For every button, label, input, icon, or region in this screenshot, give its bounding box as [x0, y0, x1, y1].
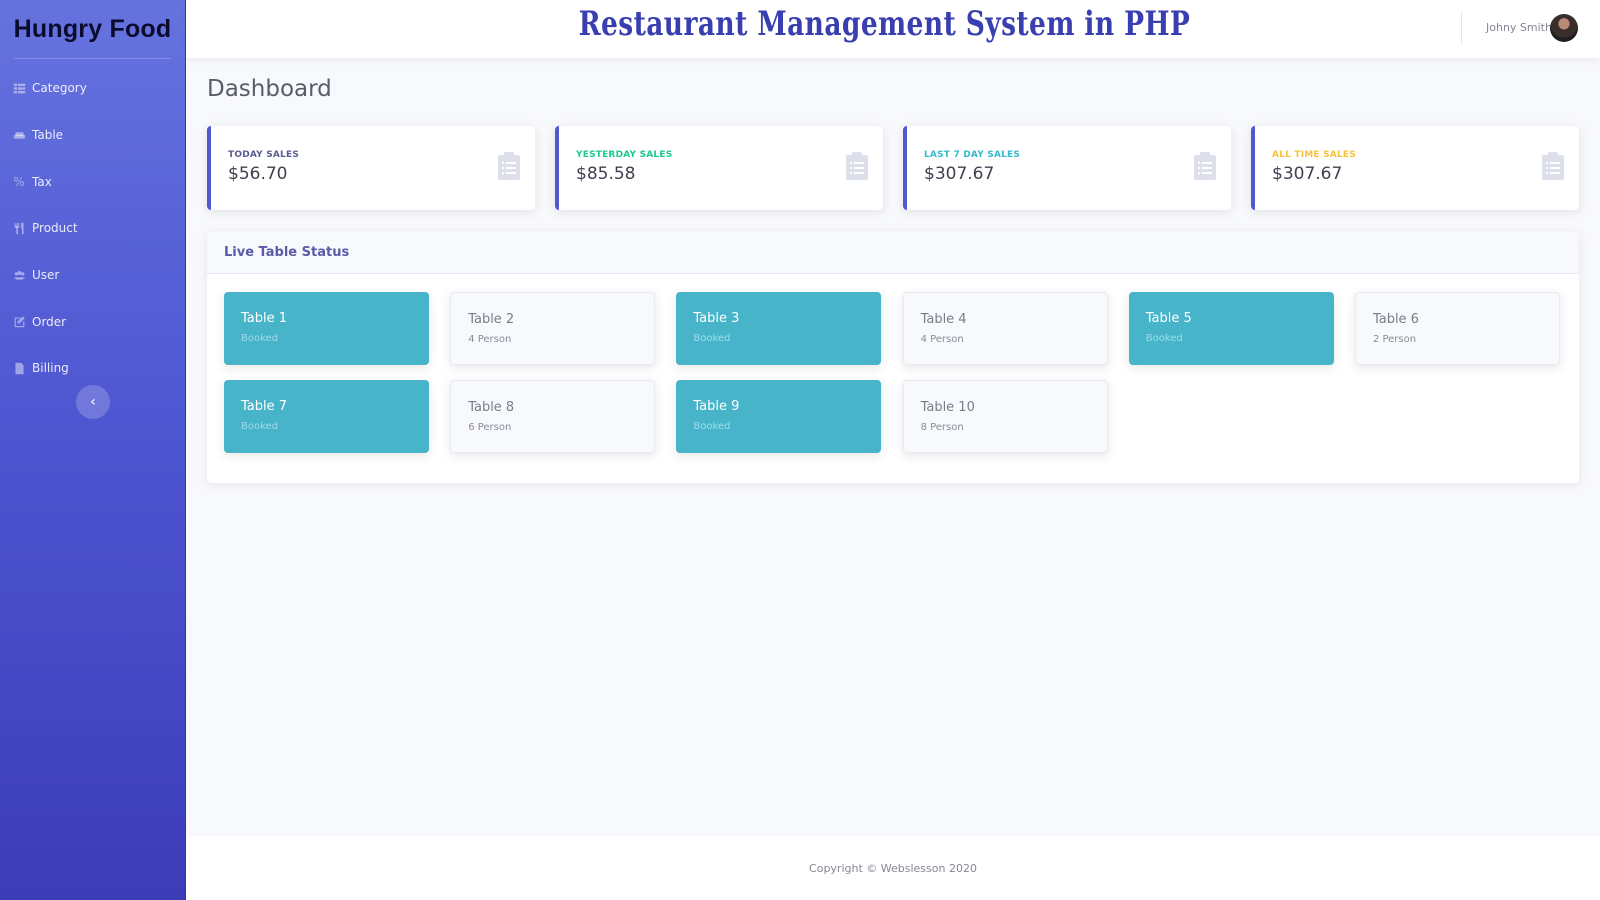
sidebar-nav: Category Table % Tax Product User Order … — [0, 65, 185, 392]
table-name: Table 10 — [920, 400, 975, 415]
live-table-status-panel: Live Table Status Table 1 Booked Table 2 4 … — [207, 231, 1579, 483]
sidebar-item-label: Category — [32, 81, 87, 96]
brand-logo[interactable]: Hungry Food — [0, 0, 185, 58]
stat-label: Yesterday Sales — [576, 150, 673, 160]
users-icon — [12, 268, 26, 282]
panel-title: Live Table Status — [207, 231, 1579, 274]
table-status: Booked — [241, 333, 279, 344]
stats-row: Today Sales $56.70 Yesterday Sales $85.5… — [207, 126, 1579, 210]
table-name: Table 5 — [1145, 311, 1192, 326]
footer: Copyright © Webslesson 2020 — [186, 836, 1600, 900]
table-card[interactable]: Table 6 2 Person — [1354, 292, 1560, 365]
table-card[interactable]: Table 2 4 Person — [450, 292, 656, 365]
table-name: Table 8 — [468, 400, 515, 415]
table-status: Booked — [241, 421, 279, 432]
table-card[interactable]: Table 7 Booked — [224, 380, 429, 453]
topbar: Restaurant Management System in PHP John… — [186, 0, 1600, 58]
stat-value: $307.67 — [924, 164, 995, 184]
table-status: 4 Person — [468, 334, 512, 345]
chevron-left-icon: ‹ — [90, 394, 96, 410]
clipboard-list-icon — [498, 152, 520, 180]
sidebar-divider — [14, 58, 171, 59]
table-card[interactable]: Table 10 8 Person — [902, 380, 1108, 453]
table-status: Booked — [1145, 333, 1183, 344]
table-name: Table 1 — [241, 311, 288, 326]
stat-card-today-sales: Today Sales $56.70 — [207, 126, 535, 210]
stat-value: $307.67 — [1272, 164, 1343, 184]
file-invoice-icon — [12, 361, 26, 375]
stat-card-all-time-sales: All Time Sales $307.67 — [1251, 126, 1579, 210]
table-status: 2 Person — [1372, 334, 1417, 345]
table-status: Booked — [693, 421, 731, 432]
sidebar-toggle-button[interactable]: ‹ — [76, 385, 110, 419]
avatar[interactable] — [1550, 14, 1578, 42]
topbar-divider — [1461, 12, 1462, 44]
table-name: Table 3 — [693, 311, 740, 326]
sidebar-item-label: Order — [32, 314, 67, 329]
stat-label: All Time Sales — [1272, 150, 1356, 160]
tables-grid: Table 1 Booked Table 2 4 Person Table 3 Booke… — [224, 292, 1564, 453]
sidebar-item-product[interactable]: Product — [0, 205, 185, 252]
percent-icon: % — [13, 174, 25, 189]
sidebar-item-label: User — [32, 268, 60, 283]
sidebar-item-table[interactable]: Table — [0, 112, 185, 159]
copyright-text: Copyright © Webslesson 2020 — [809, 861, 977, 875]
clipboard-list-icon — [1542, 152, 1564, 180]
stat-card-last-7-day-sales: Last 7 Day Sales $307.67 — [903, 126, 1231, 210]
page-title: Dashboard — [207, 76, 332, 102]
sidebar-item-tax[interactable]: % Tax — [0, 158, 185, 205]
table-card[interactable]: Table 5 Booked — [1128, 292, 1334, 365]
table-card[interactable]: Table 1 Booked — [224, 292, 429, 365]
table-card[interactable]: Table 9 Booked — [676, 380, 882, 453]
table-card[interactable]: Table 4 4 Person — [902, 292, 1108, 365]
stat-value: $56.70 — [228, 164, 288, 184]
sidebar-item-user[interactable]: User — [0, 252, 185, 299]
sidebar-item-label: Product — [32, 221, 78, 236]
clipboard-list-icon — [846, 152, 868, 180]
table-card[interactable]: Table 8 6 Person — [450, 380, 656, 453]
table-name: Table 7 — [241, 399, 288, 414]
table-name: Table 2 — [468, 312, 515, 327]
table-status: 8 Person — [920, 422, 964, 433]
list-icon — [12, 81, 26, 95]
utensils-icon — [12, 221, 26, 235]
sidebar-item-order[interactable]: Order — [0, 298, 185, 345]
clipboard-list-icon — [1194, 152, 1216, 180]
app-title: Restaurant Management System in PHP — [578, 4, 1191, 44]
user-name[interactable]: Johny Smith — [1486, 21, 1552, 34]
table-name: Table 6 — [1372, 312, 1419, 327]
stat-value: $85.58 — [576, 164, 636, 184]
table-status: 6 Person — [468, 422, 512, 433]
table-status: Booked — [693, 333, 731, 344]
stat-label: Today Sales — [228, 150, 300, 160]
table-status: 4 Person — [920, 334, 964, 345]
sidebar: Hungry Food Category Table % Tax Product — [0, 0, 186, 900]
sidebar-item-category[interactable]: Category — [0, 65, 185, 112]
edit-icon — [12, 315, 26, 329]
table-name: Table 9 — [693, 399, 740, 414]
table-card[interactable]: Table 3 Booked — [676, 292, 882, 365]
sidebar-item-label: Billing — [32, 361, 69, 376]
couch-icon — [12, 128, 26, 142]
sidebar-item-label: Table — [32, 128, 64, 143]
table-name: Table 4 — [920, 312, 967, 327]
stat-card-yesterday-sales: Yesterday Sales $85.58 — [555, 126, 883, 210]
sidebar-item-label: Tax — [32, 174, 52, 189]
stat-label: Last 7 Day Sales — [924, 150, 1021, 160]
